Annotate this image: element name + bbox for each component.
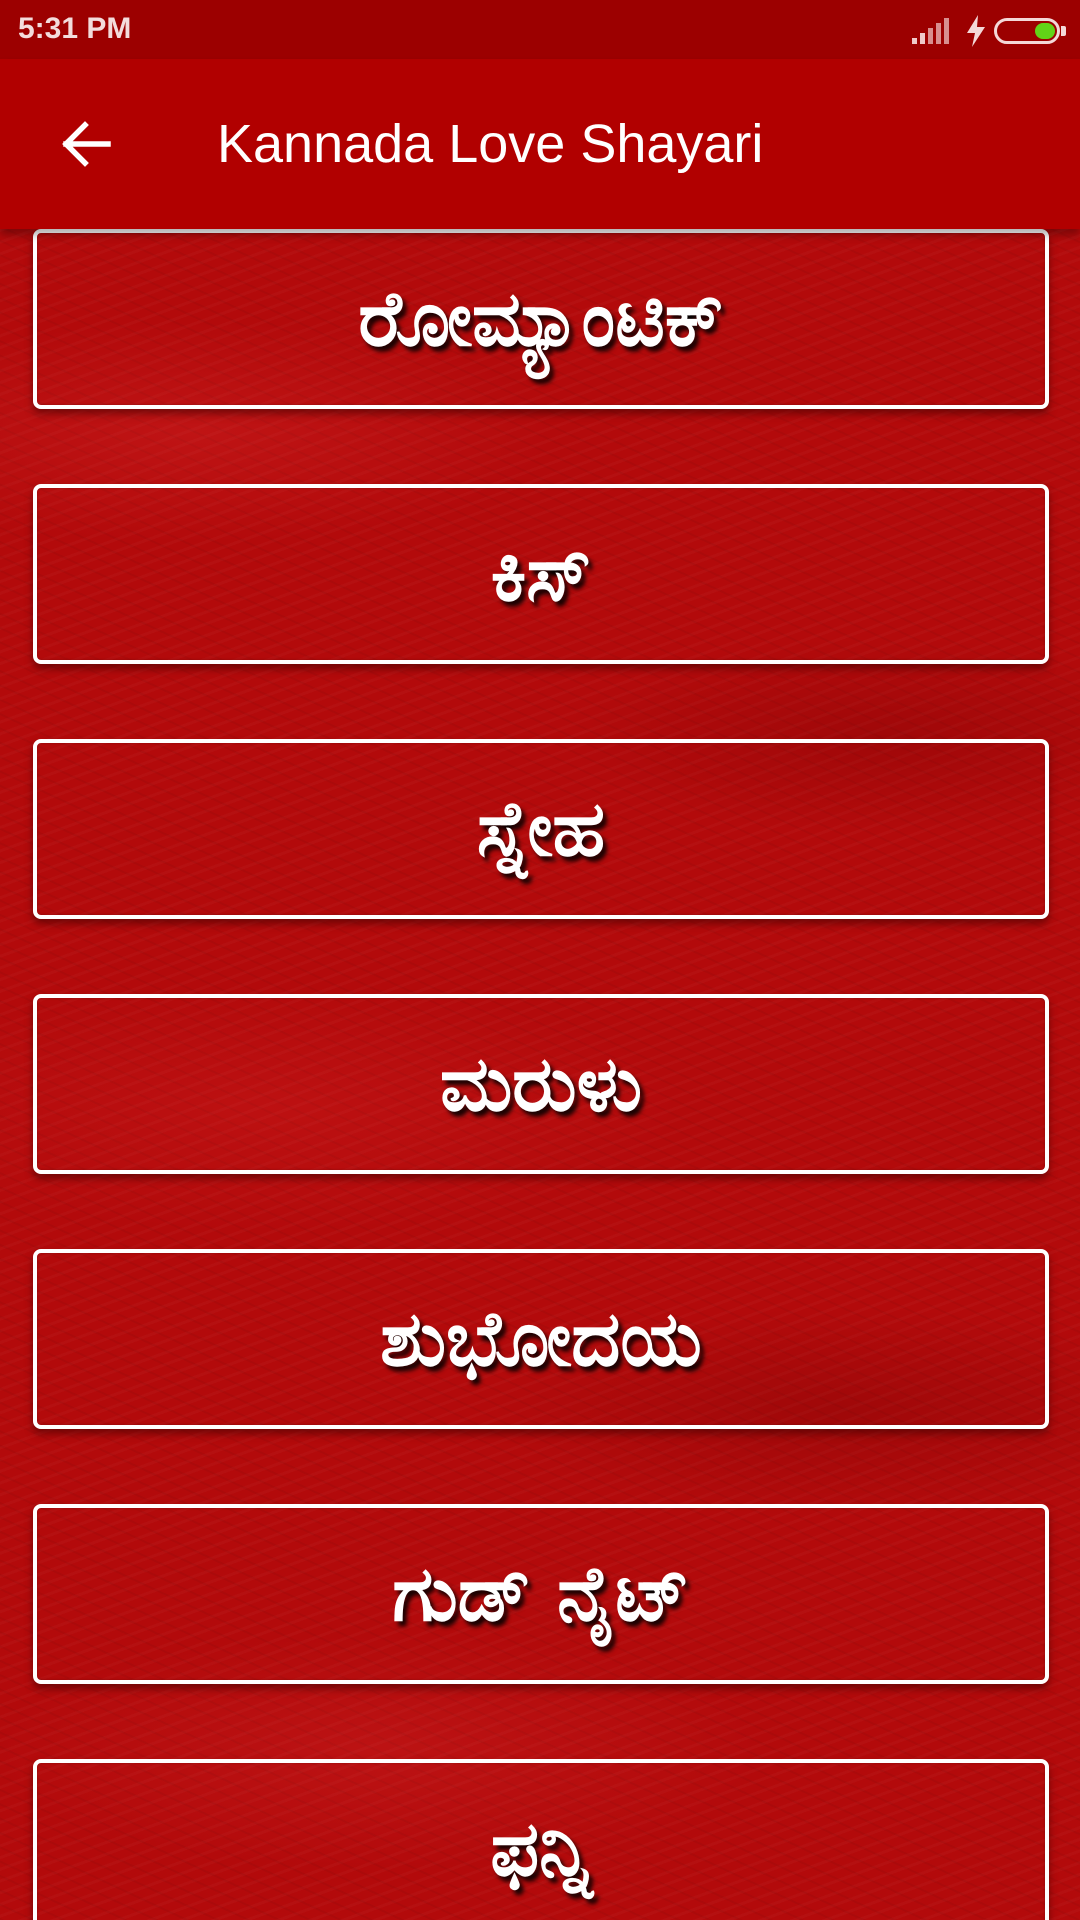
- status-time: 5:31 PM: [18, 12, 132, 45]
- status-bar: 5:31 PM: [0, 0, 1080, 59]
- category-label: ಶುಭೋದಯ: [380, 1294, 702, 1383]
- category-label: ಮರುಳು: [439, 1039, 643, 1128]
- category-button-friendship[interactable]: ಸ್ನೇಹ: [33, 739, 1049, 919]
- app-bar: Kannada Love Shayari: [0, 59, 1080, 229]
- category-button-good-night[interactable]: ಗುಡ್ ನೈಟ್: [33, 1504, 1049, 1684]
- category-button-good-morning[interactable]: ಶುಭೋದಯ: [33, 1249, 1049, 1429]
- status-icons: [910, 14, 1066, 48]
- category-button-crazy[interactable]: ಮರುಳು: [33, 994, 1049, 1174]
- category-label: ಕಿಸ್: [490, 529, 592, 618]
- charging-bolt-icon: [967, 15, 985, 47]
- category-list[interactable]: ರೋಮ್ಯಾಂಟಿಕ್ ಕಿಸ್ ಸ್ನೇಹ ಮರುಳು ಶುಭೋದಯ ಗುಡ್…: [0, 229, 1080, 1920]
- category-button-funny[interactable]: ಫನ್ನಿ: [33, 1759, 1049, 1920]
- arrow-left-icon: [62, 121, 111, 167]
- category-button-romantic[interactable]: ರೋಮ್ಯಾಂಟಿಕ್: [33, 229, 1049, 409]
- signal-icon: [912, 18, 949, 44]
- back-button[interactable]: [45, 109, 125, 179]
- category-label: ಫನ್ನಿ: [490, 1804, 592, 1893]
- category-label: ರೋಮ್ಯಾಂಟಿಕ್: [358, 274, 724, 363]
- category-button-kiss[interactable]: ಕಿಸ್: [33, 484, 1049, 664]
- category-label: ಸ್ನೇಹ: [476, 784, 606, 873]
- app-title: Kannada Love Shayari: [217, 114, 764, 174]
- category-label: ಗುಡ್ ನೈಟ್: [392, 1549, 690, 1638]
- battery-icon: [994, 16, 1066, 46]
